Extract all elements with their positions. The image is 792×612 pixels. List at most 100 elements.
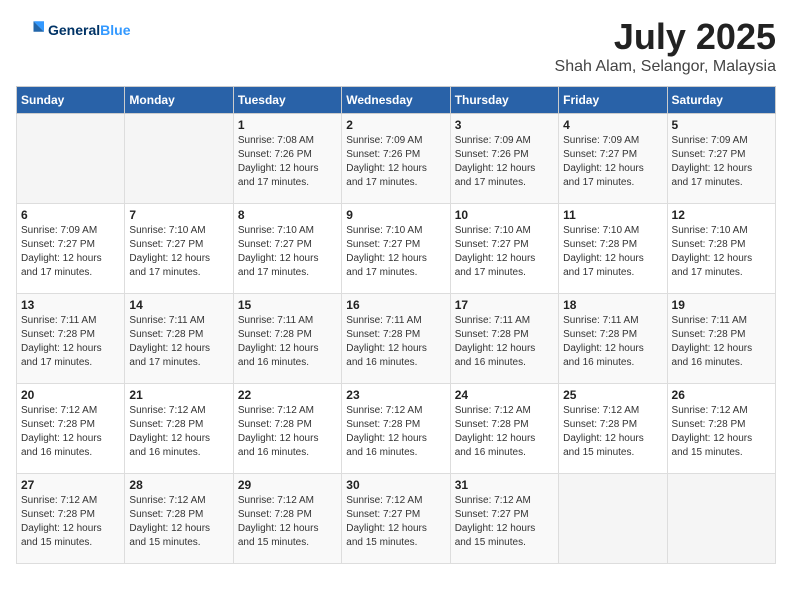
calendar-cell: 22 Sunrise: 7:12 AMSunset: 7:28 PMDayligh…: [233, 384, 341, 474]
title-area: July 2025 Shah Alam, Selangor, Malaysia: [555, 16, 776, 76]
day-number: 14: [129, 298, 228, 312]
calendar-cell: [667, 474, 775, 564]
calendar-cell: 26Sunrise: 7:12 AMSunset: 7:28 PMDayligh…: [667, 384, 775, 474]
calendar-cell: 23 Sunrise: 7:12 AMSunset: 7:28 PMDayligh…: [342, 384, 450, 474]
day-info: Sunrise: 7:09 AMSunset: 7:27 PMDaylight:…: [672, 134, 771, 190]
day-info: Sunrise: 7:12 AMSunset: 7:28 PMDaylight:…: [238, 494, 337, 550]
calendar-cell: 1Sunrise: 7:08 AMSunset: 7:26 PMDaylight…: [233, 114, 341, 204]
calendar-cell: 15 Sunrise: 7:11 AMSunset: 7:28 PMDayligh…: [233, 294, 341, 384]
day-number: 20: [21, 388, 120, 402]
calendar-cell: 20 Sunrise: 7:12 AMSunset: 7:28 PMDayligh…: [17, 384, 125, 474]
calendar-cell: 19Sunrise: 7:11 AMSunset: 7:28 PMDayligh…: [667, 294, 775, 384]
day-info: Sunrise: 7:10 AMSunset: 7:28 PMDaylight:…: [563, 224, 662, 280]
day-number: 12: [672, 208, 771, 222]
calendar-cell: 3Sunrise: 7:09 AMSunset: 7:26 PMDaylight…: [450, 114, 558, 204]
calendar-cell: 6 Sunrise: 7:09 AMSunset: 7:27 PMDaylight…: [17, 204, 125, 294]
day-number: 13: [21, 298, 120, 312]
calendar-week-row: 1Sunrise: 7:08 AMSunset: 7:26 PMDaylight…: [17, 114, 776, 204]
day-info: Sunrise: 7:12 AMSunset: 7:28 PMDaylight:…: [21, 404, 120, 460]
calendar-cell: 14 Sunrise: 7:11 AMSunset: 7:28 PMDayligh…: [125, 294, 233, 384]
month-title: July 2025: [555, 16, 776, 58]
calendar-cell: 30 Sunrise: 7:12 AMSunset: 7:27 PMDayligh…: [342, 474, 450, 564]
calendar-cell: [559, 474, 667, 564]
weekday-header-tuesday: Tuesday: [233, 87, 341, 114]
day-info: Sunrise: 7:11 AMSunset: 7:28 PMDaylight:…: [238, 314, 337, 370]
day-info: Sunrise: 7:12 AMSunset: 7:28 PMDaylight:…: [129, 494, 228, 550]
logo-icon: [16, 16, 44, 44]
day-info: Sunrise: 7:12 AMSunset: 7:28 PMDaylight:…: [238, 404, 337, 460]
calendar-cell: 13 Sunrise: 7:11 AMSunset: 7:28 PMDayligh…: [17, 294, 125, 384]
weekday-header-thursday: Thursday: [450, 87, 558, 114]
day-number: 7: [129, 208, 228, 222]
day-info: Sunrise: 7:09 AMSunset: 7:27 PMDaylight:…: [21, 224, 120, 280]
day-number: 15: [238, 298, 337, 312]
calendar-cell: 7 Sunrise: 7:10 AMSunset: 7:27 PMDaylight…: [125, 204, 233, 294]
day-number: 24: [455, 388, 554, 402]
day-number: 9: [346, 208, 445, 222]
day-info: Sunrise: 7:12 AMSunset: 7:27 PMDaylight:…: [346, 494, 445, 550]
calendar-cell: 2Sunrise: 7:09 AMSunset: 7:26 PMDaylight…: [342, 114, 450, 204]
day-number: 19: [672, 298, 771, 312]
calendar-week-row: 13 Sunrise: 7:11 AMSunset: 7:28 PMDayligh…: [17, 294, 776, 384]
calendar-cell: [125, 114, 233, 204]
day-info: Sunrise: 7:10 AMSunset: 7:27 PMDaylight:…: [346, 224, 445, 280]
day-number: 10: [455, 208, 554, 222]
calendar-cell: 12 Sunrise: 7:10 AMSunset: 7:28 PMDayligh…: [667, 204, 775, 294]
weekday-header-wednesday: Wednesday: [342, 87, 450, 114]
calendar-cell: 9 Sunrise: 7:10 AMSunset: 7:27 PMDaylight…: [342, 204, 450, 294]
calendar-cell: 16Sunrise: 7:11 AMSunset: 7:28 PMDayligh…: [342, 294, 450, 384]
day-info: Sunrise: 7:12 AMSunset: 7:28 PMDaylight:…: [346, 404, 445, 460]
weekday-header-sunday: Sunday: [17, 87, 125, 114]
day-info: Sunrise: 7:12 AMSunset: 7:28 PMDaylight:…: [563, 404, 662, 460]
day-info: Sunrise: 7:12 AMSunset: 7:27 PMDaylight:…: [455, 494, 554, 550]
day-info: Sunrise: 7:11 AMSunset: 7:28 PMDaylight:…: [346, 314, 445, 370]
calendar-week-row: 6 Sunrise: 7:09 AMSunset: 7:27 PMDaylight…: [17, 204, 776, 294]
calendar-cell: 21 Sunrise: 7:12 AMSunset: 7:28 PMDayligh…: [125, 384, 233, 474]
day-number: 31: [455, 478, 554, 492]
calendar-cell: 11Sunrise: 7:10 AMSunset: 7:28 PMDayligh…: [559, 204, 667, 294]
day-info: Sunrise: 7:12 AMSunset: 7:28 PMDaylight:…: [129, 404, 228, 460]
calendar-cell: 10Sunrise: 7:10 AMSunset: 7:27 PMDayligh…: [450, 204, 558, 294]
page-header: GeneralBlue July 2025 Shah Alam, Selango…: [16, 16, 776, 76]
day-number: 3: [455, 118, 554, 132]
day-number: 30: [346, 478, 445, 492]
day-info: Sunrise: 7:12 AMSunset: 7:28 PMDaylight:…: [21, 494, 120, 550]
day-number: 29: [238, 478, 337, 492]
day-number: 2: [346, 118, 445, 132]
day-number: 28: [129, 478, 228, 492]
day-info: Sunrise: 7:10 AMSunset: 7:28 PMDaylight:…: [672, 224, 771, 280]
day-info: Sunrise: 7:11 AMSunset: 7:28 PMDaylight:…: [129, 314, 228, 370]
calendar-cell: 18Sunrise: 7:11 AMSunset: 7:28 PMDayligh…: [559, 294, 667, 384]
day-number: 6: [21, 208, 120, 222]
calendar-cell: 24 Sunrise: 7:12 AMSunset: 7:28 PMDayligh…: [450, 384, 558, 474]
weekday-header-row: SundayMondayTuesdayWednesdayThursdayFrid…: [17, 87, 776, 114]
weekday-header-saturday: Saturday: [667, 87, 775, 114]
calendar-table: SundayMondayTuesdayWednesdayThursdayFrid…: [16, 86, 776, 564]
calendar-cell: 27Sunrise: 7:12 AMSunset: 7:28 PMDayligh…: [17, 474, 125, 564]
day-number: 23: [346, 388, 445, 402]
location-title: Shah Alam, Selangor, Malaysia: [555, 58, 776, 76]
day-info: Sunrise: 7:12 AMSunset: 7:28 PMDaylight:…: [455, 404, 554, 460]
day-number: 21: [129, 388, 228, 402]
calendar-cell: 25Sunrise: 7:12 AMSunset: 7:28 PMDayligh…: [559, 384, 667, 474]
day-info: Sunrise: 7:11 AMSunset: 7:28 PMDaylight:…: [455, 314, 554, 370]
day-info: Sunrise: 7:10 AMSunset: 7:27 PMDaylight:…: [129, 224, 228, 280]
logo-line2: Blue: [100, 22, 130, 38]
logo: GeneralBlue: [16, 16, 130, 44]
calendar-cell: 8 Sunrise: 7:10 AMSunset: 7:27 PMDaylight…: [233, 204, 341, 294]
day-info: Sunrise: 7:09 AMSunset: 7:27 PMDaylight:…: [563, 134, 662, 190]
calendar-cell: 17 Sunrise: 7:11 AMSunset: 7:28 PMDayligh…: [450, 294, 558, 384]
calendar-cell: 5Sunrise: 7:09 AMSunset: 7:27 PMDaylight…: [667, 114, 775, 204]
calendar-cell: 28 Sunrise: 7:12 AMSunset: 7:28 PMDayligh…: [125, 474, 233, 564]
day-info: Sunrise: 7:08 AMSunset: 7:26 PMDaylight:…: [238, 134, 337, 190]
weekday-header-monday: Monday: [125, 87, 233, 114]
day-info: Sunrise: 7:11 AMSunset: 7:28 PMDaylight:…: [563, 314, 662, 370]
calendar-cell: 4Sunrise: 7:09 AMSunset: 7:27 PMDaylight…: [559, 114, 667, 204]
day-number: 17: [455, 298, 554, 312]
day-info: Sunrise: 7:11 AMSunset: 7:28 PMDaylight:…: [21, 314, 120, 370]
day-number: 22: [238, 388, 337, 402]
calendar-week-row: 20 Sunrise: 7:12 AMSunset: 7:28 PMDayligh…: [17, 384, 776, 474]
calendar-cell: 29 Sunrise: 7:12 AMSunset: 7:28 PMDayligh…: [233, 474, 341, 564]
day-number: 8: [238, 208, 337, 222]
day-info: Sunrise: 7:10 AMSunset: 7:27 PMDaylight:…: [238, 224, 337, 280]
